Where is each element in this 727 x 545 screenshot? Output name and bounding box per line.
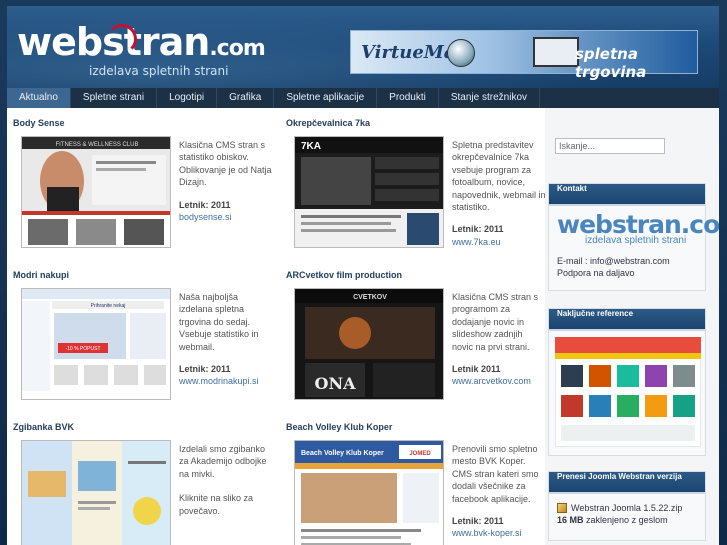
nav-grafika[interactable]: Grafika <box>217 88 275 108</box>
page: webstran.com izdelava spletnih strani Vi… <box>7 6 719 545</box>
reference-item: Zgibanka BVK Izdelali smo zgibanko za Ak… <box>13 420 278 545</box>
reference-note: Kliknite na sliko za povečavo. <box>179 493 254 516</box>
reference-title: Okrepčevalnica 7ka <box>286 118 371 128</box>
svg-text:CVETKOV: CVETKOV <box>353 294 387 301</box>
nav-stanje-streznikov[interactable]: Stanje strežnikov <box>439 88 541 108</box>
reference-description: Naša najboljša izdelana spletna trgovina… <box>179 291 273 388</box>
globe-icon <box>447 39 475 67</box>
reference-link[interactable]: bodysense.si <box>179 211 273 223</box>
reference-thumbnail[interactable] <box>21 440 171 545</box>
joomla-file-note: zaklenjeno z geslom <box>586 515 668 525</box>
reference-title: Body Sense <box>13 118 65 128</box>
reference-title: Zgibanka BVK <box>13 422 75 432</box>
joomla-file-name: Webstran Joomla 1.5.22.zip <box>571 503 683 513</box>
joomla-file-size: 16 MB <box>557 515 584 525</box>
reference-year: Letnik: 2011 <box>452 516 504 527</box>
reference-item: Body Sense FITNESS & WELLNESS CLUB Klasi… <box>13 116 278 266</box>
reference-description: Spletna predstavitev okrepčevalnice 7ka … <box>452 140 546 248</box>
reference-title: ARCvetkov film production <box>286 270 403 280</box>
svg-text:-10 % POPUST: -10 % POPUST <box>65 346 100 352</box>
reference-description: Klasična CMS stran s programom za dodaja… <box>452 291 546 388</box>
contact-box-title: Kontakt <box>549 184 705 206</box>
joomla-file-info: 16 MB zaklenjeno z geslom <box>557 514 697 526</box>
reference-title: Beach Volley Klub Koper <box>286 422 393 432</box>
random-reference-image[interactable] <box>549 331 705 456</box>
banner-shop-label: spletna trgovina <box>575 45 647 81</box>
site-logo[interactable]: webstran.com izdelava spletnih strani <box>17 20 266 80</box>
svg-text:ONA: ONA <box>315 374 357 393</box>
reference-item: Okrepčevalnica 7ka 7KA Spletna predstavi… <box>286 116 551 266</box>
svg-text:JOMED: JOMED <box>409 451 431 457</box>
reference-description: Prenovili smo spletno mesto BVK Koper. C… <box>452 443 546 540</box>
reference-thumbnail[interactable]: Beach Volley Klub Koper JOMED <box>294 440 444 545</box>
svg-text:7KA: 7KA <box>301 141 321 152</box>
reference-link[interactable]: www.arcvetkov.com <box>452 375 546 387</box>
reference-item: Beach Volley Klub Koper Beach Volley Klu… <box>286 420 551 545</box>
logo-wordmark: webstran.com <box>17 20 266 64</box>
reference-thumbnail[interactable]: FITNESS & WELLNESS CLUB <box>21 136 171 248</box>
joomla-download-box: Prenesi Joomla Webstran verzija Webstran… <box>548 471 706 541</box>
reference-year: Letnik 2011 <box>452 364 501 375</box>
reference-thumbnail[interactable]: Prihranite nekaj -10 % POPUST <box>21 288 171 400</box>
laptop-icon <box>533 37 579 67</box>
svg-text:Beach Volley Klub Koper: Beach Volley Klub Koper <box>301 450 384 457</box>
nav-aktualno[interactable]: Aktualno <box>7 88 71 108</box>
reference-link[interactable]: www.bvk-koper.si <box>452 527 546 539</box>
nav-spletne-strani[interactable]: Spletne strani <box>71 88 158 108</box>
svg-text:FITNESS & WELLNESS CLUB: FITNESS & WELLNESS CLUB <box>55 142 138 148</box>
main-nav: Aktualno Spletne strani Logotipi Grafika… <box>7 88 719 108</box>
references-grid: Body Sense FITNESS & WELLNESS CLUB Klasi… <box>7 108 546 545</box>
nav-logotipi[interactable]: Logotipi <box>157 88 218 108</box>
reference-link[interactable]: www.7ka.eu <box>452 236 546 248</box>
reference-description: Klasična CMS stran s statistiko obiskov.… <box>179 140 273 223</box>
random-references-title: Naključne reference <box>549 309 705 331</box>
reference-link[interactable]: www.modrinakupi.si <box>179 375 273 387</box>
search-input[interactable]: Iskanje... <box>555 138 665 154</box>
sidebar: Iskanje... Kontakt webstran.com izdelava… <box>545 108 719 545</box>
logo-tagline: izdelava spletnih strani <box>89 64 229 78</box>
header: webstran.com izdelava spletnih strani Vi… <box>7 6 719 88</box>
svg-text:Prihranite nekaj: Prihranite nekaj <box>91 303 126 309</box>
reference-thumbnail[interactable]: CVETKOV ONA <box>294 288 444 400</box>
reference-year: Letnik: 2011 <box>179 199 231 210</box>
logo-swoosh-icon <box>107 24 137 54</box>
nav-spletne-aplikacije[interactable]: Spletne aplikacije <box>274 88 378 108</box>
virtuemart-banner[interactable]: VirtueMart spletna trgovina <box>350 30 698 81</box>
joomla-download-title: Prenesi Joomla Webstran verzija <box>549 472 705 494</box>
reference-item: ARCvetkov film production CVETKOV ONA Kl… <box>286 268 551 418</box>
random-references-box: Naključne reference <box>548 308 706 456</box>
contact-logo-tagline: izdelava spletnih strani <box>585 235 687 246</box>
joomla-download-link[interactable]: Webstran Joomla 1.5.22.zip <box>557 502 697 514</box>
reference-description: Izdelali smo zgibanko za Akademijo odboj… <box>179 443 273 517</box>
zip-file-icon <box>557 503 567 513</box>
nav-produkti[interactable]: Produkti <box>377 88 439 108</box>
reference-item: Modri nakupi Prihranite nekaj -10 % POPU… <box>13 268 278 418</box>
reference-year: Letnik: 2011 <box>179 364 231 375</box>
reference-title: Modri nakupi <box>13 270 69 280</box>
contact-box: Kontakt webstran.com izdelava spletnih s… <box>548 183 719 291</box>
contact-email[interactable]: E-mail : info@webstran.com <box>557 255 697 267</box>
remote-support-link[interactable]: Podpora na daljavo <box>557 267 697 279</box>
reference-thumbnail[interactable]: 7KA <box>294 136 444 248</box>
reference-year: Letnik: 2011 <box>452 224 504 235</box>
